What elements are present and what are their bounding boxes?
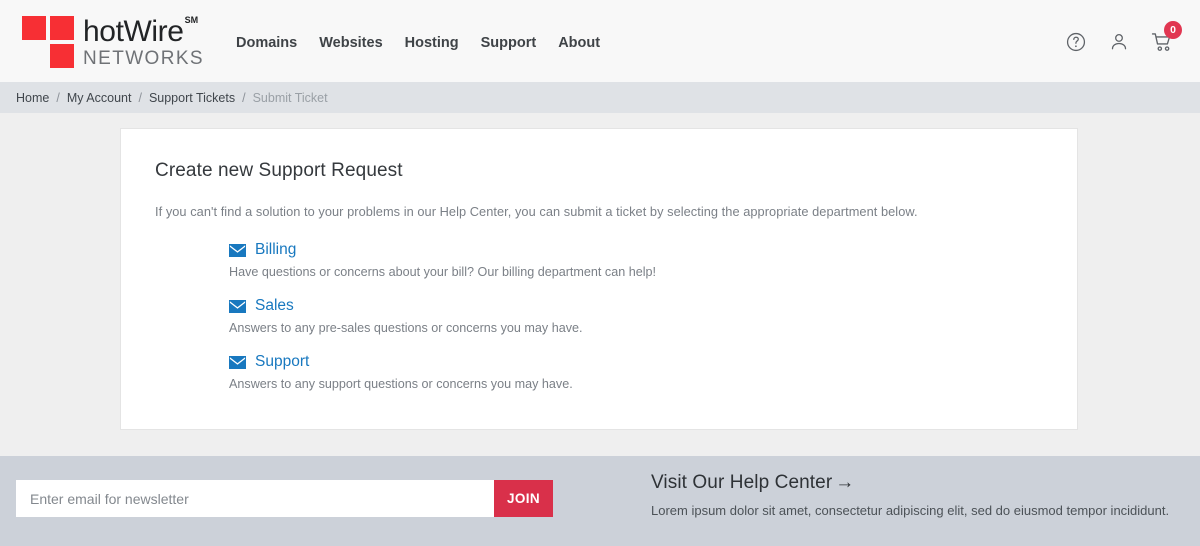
cart-count-badge: 0: [1164, 21, 1182, 39]
help-center-block: Visit Our Help Center → Lorem ipsum dolor…: [651, 472, 1169, 518]
main-content: Create new Support Request If you can't …: [0, 113, 1200, 456]
nav-item-about[interactable]: About: [558, 35, 600, 51]
help-center-subtitle: Lorem ipsum dolor sit amet, consectetur …: [651, 503, 1170, 518]
breadcrumb-bar: Home / My Account / Support Tickets / Su…: [0, 82, 1200, 113]
help-center-title: Visit Our Help Center: [651, 472, 833, 493]
newsletter-join-button[interactable]: JOIN: [494, 480, 553, 517]
list-item: Billing Have questions or concerns about…: [229, 241, 1043, 279]
department-name: Sales: [255, 297, 294, 314]
logo-subtitle: NETWORKS: [83, 47, 204, 69]
logo-word: hotWire: [83, 14, 184, 48]
support-request-card: Create new Support Request If you can't …: [120, 128, 1078, 430]
help-center-link[interactable]: Visit Our Help Center →: [651, 472, 854, 494]
site-header: hotWireSM NETWORKS Domains Websites Host…: [0, 0, 1200, 82]
arrow-right-icon: →: [835, 472, 855, 493]
help-circle-icon[interactable]: [1064, 30, 1088, 54]
envelope-icon: [229, 243, 246, 257]
breadcrumb-separator: /: [56, 90, 60, 105]
breadcrumb-separator: /: [242, 90, 246, 105]
breadcrumb-separator: /: [138, 90, 142, 105]
logo-squares-icon: [22, 15, 78, 68]
nav-item-hosting[interactable]: Hosting: [405, 35, 459, 51]
header-icon-group: 0: [1064, 21, 1182, 54]
user-icon[interactable]: [1107, 30, 1131, 54]
logo-wordmark: hotWireSM NETWORKS: [83, 15, 204, 68]
department-description: Have questions or concerns about your bi…: [229, 265, 657, 279]
department-link-sales[interactable]: Sales: [229, 297, 1043, 315]
page-root: hotWireSM NETWORKS Domains Websites Host…: [0, 0, 1200, 546]
breadcrumb-item-support-tickets[interactable]: Support Tickets: [149, 91, 235, 105]
department-link-billing[interactable]: Billing: [229, 241, 1043, 259]
nav-item-domains[interactable]: Domains: [236, 35, 297, 51]
newsletter-email-input[interactable]: [16, 480, 494, 517]
department-list: Billing Have questions or concerns about…: [155, 241, 1043, 391]
page-title: Create new Support Request: [155, 160, 403, 181]
department-description: Answers to any support questions or conc…: [229, 377, 573, 391]
site-footer: JOIN Visit Our Help Center→ Lorem ipsum …: [0, 456, 1200, 546]
breadcrumb-item-home[interactable]: Home: [16, 91, 49, 105]
list-item: Support Answers to any support questions…: [229, 353, 1043, 391]
card-intro-text: If you can't find a solution to your pro…: [155, 204, 918, 219]
breadcrumb-item-submit-ticket: Submit Ticket: [252, 90, 328, 105]
site-logo[interactable]: hotWireSM NETWORKS: [22, 15, 204, 68]
envelope-icon: [229, 299, 246, 313]
envelope-icon: [229, 355, 246, 369]
logo-square-top-right: [50, 15, 74, 40]
list-item: Sales Answers to any pre-sales questions…: [229, 297, 1043, 335]
newsletter-form: JOIN: [16, 480, 553, 517]
logo-square-bottom-right: [50, 43, 74, 68]
department-name: Billing: [255, 241, 297, 258]
breadcrumb-item-my-account[interactable]: My Account: [67, 91, 132, 105]
department-description: Answers to any pre-sales questions or co…: [229, 321, 583, 335]
breadcrumb: Home / My Account / Support Tickets / Su…: [16, 91, 328, 105]
shopping-cart-icon[interactable]: 0: [1150, 21, 1182, 54]
department-name: Support: [255, 353, 310, 370]
department-link-support[interactable]: Support: [229, 353, 1043, 371]
logo-servicemark: SM: [184, 15, 199, 26]
logo-square-top-left: [22, 15, 46, 40]
nav-item-support[interactable]: Support: [481, 35, 537, 51]
nav-item-websites[interactable]: Websites: [319, 35, 382, 51]
main-navigation: Domains Websites Hosting Support About: [236, 35, 600, 51]
